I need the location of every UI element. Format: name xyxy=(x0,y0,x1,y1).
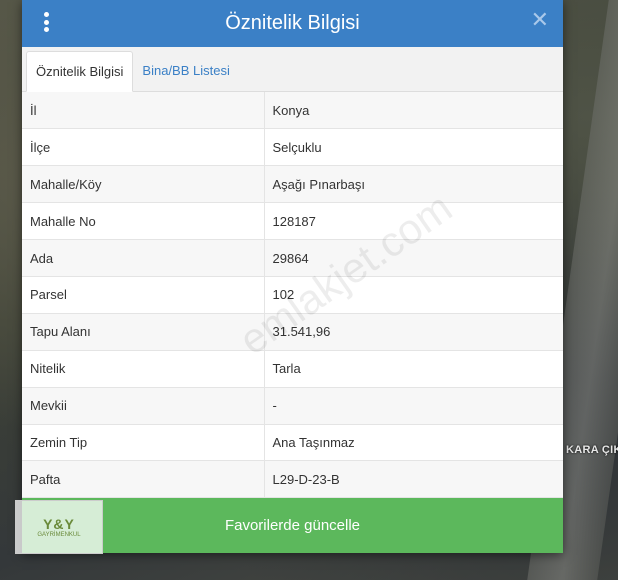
attribute-key: Pafta xyxy=(22,460,265,499)
table-row: Parsel 102 xyxy=(22,276,563,314)
attribute-table: İl Konya İlçe Selçuklu Mahalle/Köy Aşağı Pına… xyxy=(22,92,563,499)
table-row: Ada 29864 xyxy=(22,239,563,277)
agency-logo: Y&Y GAYRİMENKUL xyxy=(15,500,103,554)
attribute-value: Tarla xyxy=(264,350,563,388)
attribute-key: İl xyxy=(22,92,265,130)
attribute-key: Ada xyxy=(22,239,265,277)
table-row: Pafta L29-D-23-B xyxy=(22,460,563,499)
attribute-value: 128187 xyxy=(264,202,563,241)
tab-attributes[interactable]: Öznitelik Bilgisi xyxy=(26,51,134,92)
dialog-title: Öznitelik Bilgisi xyxy=(225,12,360,34)
attribute-value: 31.541,96 xyxy=(264,313,563,351)
attribute-key: Zemin Tip xyxy=(22,424,265,462)
attribute-key: Nitelik xyxy=(22,350,265,388)
attribute-value: 29864 xyxy=(264,239,563,277)
attribute-key: Parsel xyxy=(22,276,265,314)
update-favorites-button[interactable]: Favorilerde güncelle xyxy=(22,498,563,553)
table-row: Tapu Alanı 31.541,96 xyxy=(22,313,563,351)
attribute-dialog: Öznitelik Bilgisi ✕ Öznitelik Bilgisi Bi… xyxy=(22,0,563,553)
table-row: Mahalle/Köy Aşağı Pınarbaşı xyxy=(22,165,563,204)
attribute-value: Ana Taşınmaz xyxy=(264,424,563,462)
attribute-value: Aşağı Pınarbaşı xyxy=(264,165,563,204)
table-row: Zemin Tip Ana Taşınmaz xyxy=(22,424,563,462)
attribute-value: Selçuklu xyxy=(264,128,563,167)
table-row: Mahalle No 128187 xyxy=(22,202,563,241)
attribute-key: Mahalle No xyxy=(22,202,265,241)
attribute-value: - xyxy=(264,387,563,425)
attribute-key: Mevkii xyxy=(22,387,265,425)
attribute-value: L29-D-23-B xyxy=(264,460,563,499)
attribute-key: Tapu Alanı xyxy=(22,313,265,351)
dialog-header: Öznitelik Bilgisi ✕ xyxy=(22,0,563,47)
tab-building-list[interactable]: Bina/BB Listesi xyxy=(133,50,238,91)
more-vertical-icon[interactable] xyxy=(39,10,53,34)
map-place-label: KARA ÇIKIŞ xyxy=(566,444,618,456)
table-row: Nitelik Tarla xyxy=(22,350,563,388)
logo-sub-text: GAYRİMENKUL xyxy=(37,532,81,538)
attribute-value: 102 xyxy=(264,276,563,314)
logo-main-text: Y&Y xyxy=(43,516,75,532)
attribute-value: Konya xyxy=(264,92,563,130)
attribute-key: Mahalle/Köy xyxy=(22,165,265,204)
tab-bar: Öznitelik Bilgisi Bina/BB Listesi xyxy=(22,47,563,92)
attribute-key: İlçe xyxy=(22,128,265,167)
table-row: İlçe Selçuklu xyxy=(22,128,563,167)
close-icon[interactable]: ✕ xyxy=(531,7,549,33)
table-row: Mevkii - xyxy=(22,387,563,425)
table-row: İl Konya xyxy=(22,92,563,130)
